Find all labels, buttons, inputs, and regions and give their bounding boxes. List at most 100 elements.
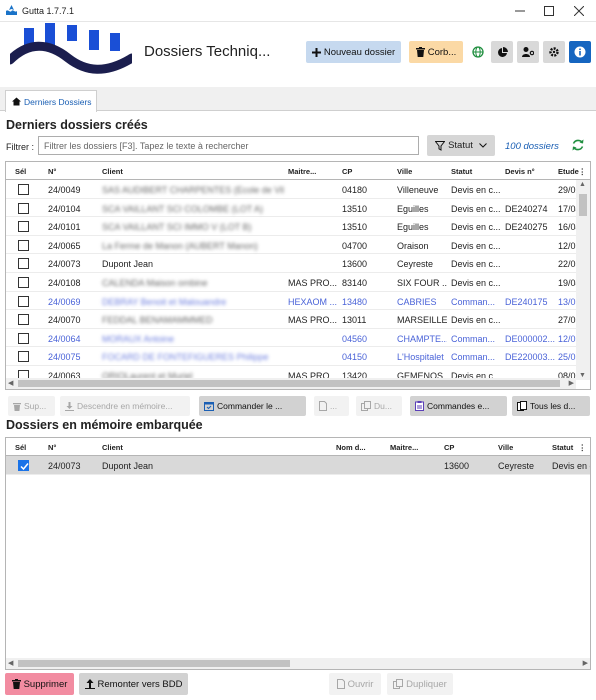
trash-icon bbox=[415, 47, 425, 57]
tab-recent-folders[interactable]: Derniers Dossiers bbox=[5, 90, 97, 112]
col-sel[interactable]: Sél bbox=[15, 443, 26, 452]
info-button[interactable] bbox=[569, 41, 591, 63]
scroll-thumb[interactable] bbox=[579, 194, 587, 216]
col-num[interactable]: N° bbox=[48, 167, 56, 176]
hscroll-thumb[interactable] bbox=[18, 380, 560, 387]
status-filter-button[interactable]: Statut bbox=[427, 135, 495, 156]
table-row[interactable]: 24/0108 CALENDA Maison ombine MAS PRO... 83… bbox=[6, 273, 582, 292]
refresh-icon[interactable] bbox=[571, 138, 585, 152]
row-checkbox[interactable] bbox=[18, 202, 29, 214]
delete-button[interactable]: Sup... bbox=[8, 396, 55, 416]
table-row[interactable]: 24/0070 FEDDAL BENAMAMMMED MAS PRO... 13011… bbox=[6, 310, 582, 329]
order-button[interactable]: Commander le ... bbox=[199, 396, 306, 416]
row-checkbox[interactable] bbox=[18, 221, 29, 233]
copy-label: ... bbox=[330, 401, 338, 411]
orders-button[interactable]: Commandes e... bbox=[410, 396, 507, 416]
row-checkbox[interactable] bbox=[18, 184, 29, 195]
cell-ville: L'Hospitalet bbox=[397, 352, 444, 363]
scroll-left-icon[interactable]: ◀ bbox=[8, 379, 13, 387]
vertical-scrollbar[interactable]: ▲ ▼ bbox=[576, 180, 590, 380]
cell-ville: Eguilles bbox=[397, 203, 429, 214]
scroll-right-icon[interactable]: ▶ bbox=[583, 659, 588, 667]
pie-chart-icon bbox=[497, 46, 508, 57]
duplicate-small-button[interactable]: Du... bbox=[356, 396, 402, 416]
delete-embedded-button[interactable]: Supprimer bbox=[5, 673, 74, 695]
col-cp[interactable]: CP bbox=[342, 167, 352, 176]
cell-num: 24/0075 bbox=[48, 352, 81, 363]
col-client[interactable]: Client bbox=[102, 443, 123, 452]
table-row[interactable]: 24/0064 MORAUX Antoine 04560 CHAMPTE... Comm… bbox=[6, 329, 582, 348]
table-row[interactable]: 24/0065 La Ferme de Manon (AUBERT Manon) 0… bbox=[6, 236, 582, 255]
col-statut[interactable]: Statut bbox=[552, 443, 573, 452]
table-row[interactable]: 24/0101 SCA VAILLANT SCI IMMO V (LOT B) 13… bbox=[6, 217, 582, 236]
cell-ville: CABRIES bbox=[397, 296, 437, 307]
stats-button[interactable] bbox=[491, 41, 513, 63]
col-statut[interactable]: Statut bbox=[451, 167, 472, 176]
filter-input[interactable] bbox=[38, 136, 419, 155]
row-checkbox[interactable] bbox=[18, 295, 29, 307]
table-row[interactable]: 24/0075 FOCARD DE FONTEFIGUERES Philippe 0… bbox=[6, 347, 582, 366]
col-sel[interactable]: Sél bbox=[15, 167, 26, 176]
row-checkbox[interactable] bbox=[18, 239, 29, 251]
row-checkbox[interactable] bbox=[18, 314, 29, 326]
cell-ville: CHAMPTE... bbox=[397, 333, 447, 344]
maximize-button[interactable] bbox=[535, 1, 563, 21]
upload-to-db-button[interactable]: Remonter vers BDD bbox=[79, 673, 188, 695]
table-row[interactable]: 24/0069 DEBRAY Benoit et Malouandre HEXAOM… bbox=[6, 292, 582, 311]
close-button[interactable] bbox=[565, 1, 593, 21]
horizontal-scrollbar[interactable]: ◀ ▶ bbox=[6, 378, 576, 389]
new-folder-button[interactable]: Nouveau dossier bbox=[306, 41, 401, 63]
open-button[interactable]: Ouvrir bbox=[329, 673, 381, 695]
actions-toolbar: Sup... Descendre en mémoire... Commander… bbox=[0, 396, 596, 418]
row-checkbox[interactable] bbox=[18, 277, 29, 288]
col-num[interactable]: N° bbox=[48, 443, 56, 452]
copy-button[interactable]: ... bbox=[314, 396, 349, 416]
horizontal-scrollbar[interactable]: ◀ ▶ bbox=[6, 658, 590, 669]
scroll-right-icon[interactable]: ▶ bbox=[569, 379, 574, 387]
row-checkbox[interactable] bbox=[18, 332, 29, 344]
column-menu-icon[interactable]: ⋮ bbox=[579, 443, 587, 452]
minimize-button[interactable] bbox=[506, 1, 534, 21]
cell-num: 24/0049 bbox=[48, 185, 81, 195]
col-cp[interactable]: CP bbox=[444, 443, 454, 452]
scroll-up-icon[interactable]: ▲ bbox=[579, 181, 586, 188]
app-title: Dossiers Techniq... bbox=[144, 43, 271, 60]
table-row[interactable]: 24/0073 Dupont Jean 13600 Ceyreste Devis en … bbox=[6, 456, 590, 475]
col-maitre[interactable]: Maitre... bbox=[390, 443, 418, 452]
cell-ville: Villeneuve bbox=[397, 185, 439, 195]
col-etude[interactable]: Etude bbox=[558, 167, 579, 176]
trash-button[interactable]: Corb... bbox=[409, 41, 463, 63]
cell-num: 24/0064 bbox=[48, 333, 81, 344]
cell-num: 24/0073 bbox=[48, 259, 81, 270]
col-ville[interactable]: Ville bbox=[498, 443, 513, 452]
user-settings-button[interactable] bbox=[517, 41, 539, 63]
cell-ville: Eguilles bbox=[397, 222, 429, 233]
col-devis[interactable]: Devis n° bbox=[505, 167, 535, 176]
row-checkbox[interactable] bbox=[18, 351, 29, 363]
download-to-memory-button[interactable]: Descendre en mémoire... bbox=[60, 396, 190, 416]
hscroll-thumb[interactable] bbox=[18, 660, 290, 667]
cell-client: SAS AUDIBERT CHARPENTES (Ecole de Vill..… bbox=[102, 185, 284, 195]
cell-client: DEBRAY Benoit et Malouandre bbox=[102, 296, 227, 307]
folder-count: 100 dossiers bbox=[505, 141, 559, 152]
all-documents-button[interactable]: Tous les d... bbox=[512, 396, 590, 416]
cell-statut: Comman... bbox=[451, 352, 496, 363]
column-menu-icon[interactable]: ⋮ bbox=[579, 167, 587, 176]
col-maitre[interactable]: Maitre... bbox=[288, 167, 316, 176]
table-row[interactable]: 24/0073 Dupont Jean 13600 Ceyreste Devis en … bbox=[6, 254, 582, 273]
col-ville[interactable]: Ville bbox=[397, 167, 412, 176]
col-client[interactable]: Client bbox=[102, 167, 123, 176]
scroll-down-icon[interactable]: ▼ bbox=[579, 372, 586, 379]
row-checkbox[interactable] bbox=[18, 258, 29, 270]
duplicate-button[interactable]: Dupliquer bbox=[387, 673, 453, 695]
row-checkbox[interactable] bbox=[18, 460, 29, 471]
cell-statut: Devis en c... bbox=[451, 278, 501, 288]
settings-button[interactable] bbox=[543, 41, 565, 63]
col-nom[interactable]: Nom d... bbox=[336, 443, 366, 452]
table-row[interactable]: 24/0104 SCA VAILLANT SCI COLOMBE (LOT A) 1… bbox=[6, 199, 582, 218]
cell-statut: Devis en c... bbox=[451, 203, 501, 214]
table-row[interactable]: 24/0049 SAS AUDIBERT CHARPENTES (Ecole de… bbox=[6, 180, 582, 199]
scroll-left-icon[interactable]: ◀ bbox=[8, 659, 13, 667]
cell-statut: Comman... bbox=[451, 333, 496, 344]
globe-button[interactable] bbox=[467, 41, 489, 63]
